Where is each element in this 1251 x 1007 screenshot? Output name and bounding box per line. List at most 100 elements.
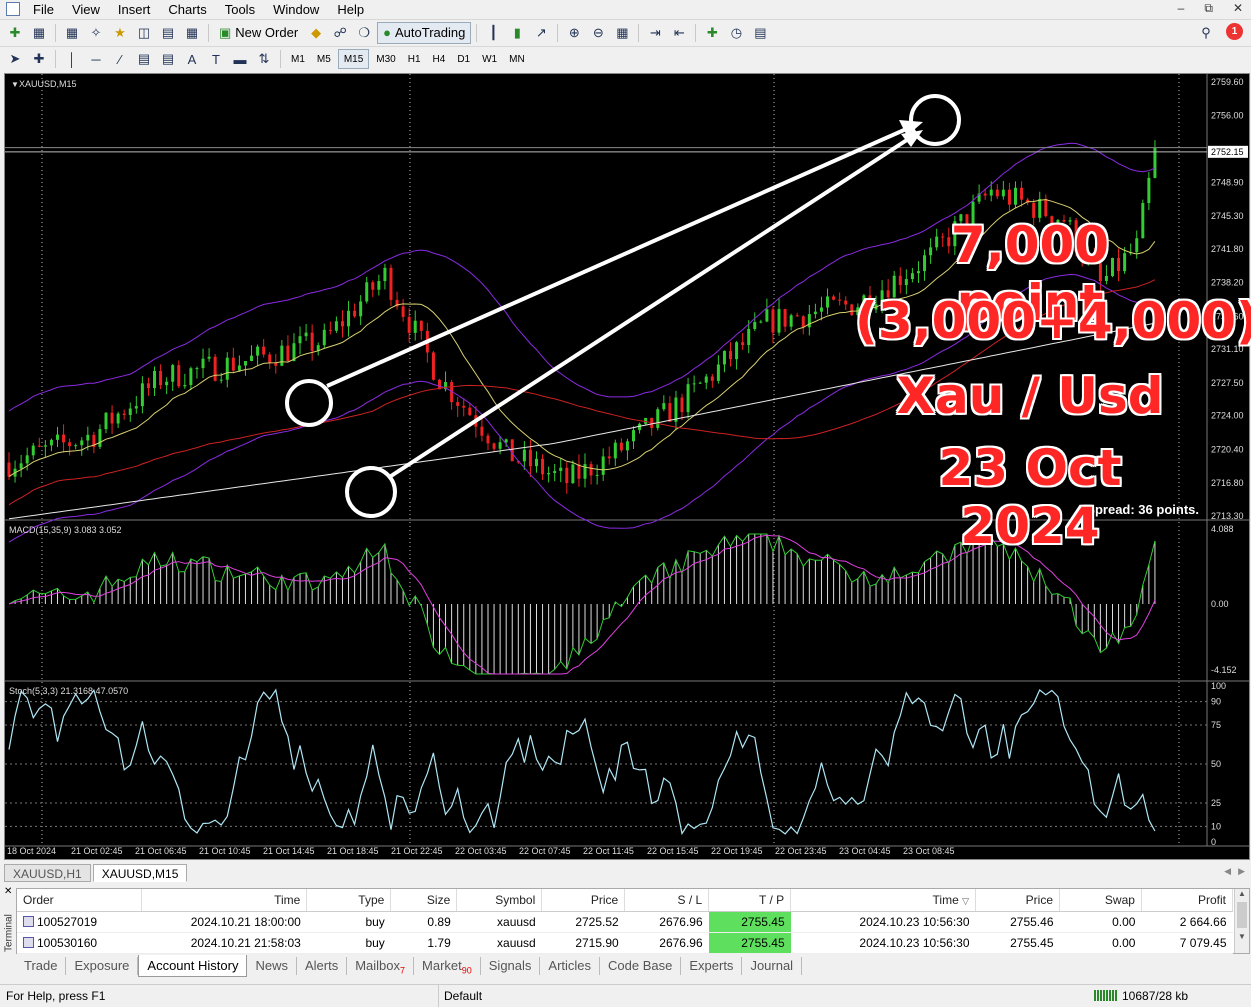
profiles-icon[interactable]: ▦: [28, 22, 50, 44]
arrows-icon[interactable]: ⇅: [253, 48, 275, 70]
tab-account-history[interactable]: Account History: [138, 955, 248, 977]
fibonacci-icon[interactable]: ▤: [157, 48, 179, 70]
chart-shift-icon[interactable]: ⇤: [668, 22, 690, 44]
scroll-up-icon[interactable]: ▲: [1235, 889, 1249, 898]
zoom-in-icon[interactable]: ⊕: [563, 22, 585, 44]
indicators-icon[interactable]: ✚: [701, 22, 723, 44]
notification-badge[interactable]: 1: [1226, 23, 1243, 40]
tf-m5[interactable]: M5: [312, 49, 336, 69]
tf-h4[interactable]: H4: [428, 49, 451, 69]
tab-code-base[interactable]: Code Base: [600, 957, 682, 975]
menu-tools[interactable]: Tools: [216, 2, 264, 17]
autoscroll-icon[interactable]: ⇥: [644, 22, 666, 44]
stoch-tick-label: 0: [1211, 837, 1216, 847]
tf-m15[interactable]: M15: [337, 49, 370, 69]
menu-file[interactable]: File: [24, 2, 63, 17]
col-profit[interactable]: Profit: [1141, 889, 1234, 912]
time-tick-label: 21 Oct 18:45: [327, 846, 379, 856]
tab-articles[interactable]: Articles: [540, 957, 601, 975]
autotrading-button[interactable]: ● AutoTrading: [377, 21, 472, 44]
navigator-icon[interactable]: ✧: [85, 22, 107, 44]
tf-w1[interactable]: W1: [477, 49, 502, 69]
tab-experts[interactable]: Experts: [681, 957, 743, 975]
candle-body: [377, 281, 381, 290]
tab-trade[interactable]: Trade: [16, 957, 67, 975]
menu-help[interactable]: Help: [328, 2, 373, 17]
strategy-tester-icon[interactable]: ▦: [181, 22, 203, 44]
community-icon[interactable]: ☍: [329, 22, 351, 44]
symbol-dropdown-icon[interactable]: ▼: [11, 80, 19, 89]
col-close-price[interactable]: Price: [975, 889, 1060, 912]
minimize-icon[interactable]: –: [1178, 1, 1185, 16]
col-close-time[interactable]: Time ▽: [790, 889, 977, 912]
candle-body: [7, 462, 11, 477]
col-type[interactable]: Type: [306, 889, 392, 912]
tf-m1[interactable]: M1: [286, 49, 310, 69]
vertical-line-icon[interactable]: │: [61, 48, 83, 70]
tile-windows-icon[interactable]: ▦: [611, 22, 633, 44]
cell-close-time: 2024.10.23 10:56:30: [790, 932, 976, 954]
chart-tab-xauusd-m15[interactable]: XAUUSD,M15: [92, 864, 188, 882]
tf-d1[interactable]: D1: [452, 49, 475, 69]
cell-take-profit: 2755.45: [708, 911, 791, 933]
terminal-window-icon[interactable]: ▤: [157, 22, 179, 44]
table-row[interactable]: 100530160 2024.10.21 21:58:03 buy 1.79 x…: [17, 932, 1233, 954]
menu-view[interactable]: View: [63, 2, 109, 17]
horizontal-line-icon[interactable]: ─: [85, 48, 107, 70]
tab-signals[interactable]: Signals: [481, 957, 541, 975]
col-order[interactable]: Order: [17, 889, 143, 912]
crosshair-icon[interactable]: ✚: [28, 48, 50, 70]
zoom-out-icon[interactable]: ⊖: [587, 22, 609, 44]
col-stop-loss[interactable]: S / L: [624, 889, 710, 912]
trendline-icon[interactable]: ∕: [109, 48, 131, 70]
scroll-thumb[interactable]: [1237, 902, 1247, 928]
col-size[interactable]: Size: [390, 889, 458, 912]
templates-icon[interactable]: ▤: [749, 22, 771, 44]
market-watch-icon[interactable]: ▦: [61, 22, 83, 44]
col-open-time[interactable]: Time: [141, 889, 308, 912]
favorites-icon[interactable]: ★: [109, 22, 131, 44]
terminal-scrollbar[interactable]: ▲ ▼: [1234, 889, 1249, 953]
tab-journal[interactable]: Journal: [742, 957, 803, 975]
cursor-icon[interactable]: ➤: [4, 48, 26, 70]
tab-exposure[interactable]: Exposure: [66, 957, 139, 975]
col-symbol[interactable]: Symbol: [456, 889, 543, 912]
chart-window[interactable]: 4.088 0.00 -4.152 100 90 75 50 25 10 0 2759.60 27…: [4, 73, 1251, 860]
line-chart-icon[interactable]: ↗: [530, 22, 552, 44]
tab-scroll-left-icon[interactable]: ◀: [1224, 866, 1231, 877]
table-row[interactable]: 100527019 2024.10.21 18:00:00 buy 0.89 x…: [17, 911, 1233, 933]
tf-m30[interactable]: M30: [371, 49, 400, 69]
scroll-down-icon[interactable]: ▼: [1235, 932, 1249, 941]
menu-insert[interactable]: Insert: [109, 2, 160, 17]
data-window-icon[interactable]: ◫: [133, 22, 155, 44]
menu-window[interactable]: Window: [264, 2, 328, 17]
tf-h1[interactable]: H1: [403, 49, 426, 69]
text-icon[interactable]: A: [181, 48, 203, 70]
chart-tab-xauusd-h1[interactable]: XAUUSD,H1: [4, 864, 91, 882]
text-label-icon[interactable]: T: [205, 48, 227, 70]
candle-body: [86, 434, 90, 441]
close-icon[interactable]: ✕: [1233, 1, 1243, 16]
candle-body: [104, 412, 108, 430]
periods-icon[interactable]: ◷: [725, 22, 747, 44]
candlestick-icon[interactable]: ▮: [506, 22, 528, 44]
tab-market[interactable]: Market90: [414, 957, 481, 976]
menu-charts[interactable]: Charts: [159, 2, 215, 17]
tab-mailbox[interactable]: Mailbox7: [347, 957, 415, 976]
tab-news[interactable]: News: [247, 957, 297, 975]
tab-scroll-right-icon[interactable]: ▶: [1238, 866, 1245, 877]
col-take-profit[interactable]: T / P: [708, 889, 792, 912]
search-icon[interactable]: ⚲: [1195, 22, 1217, 44]
restore-icon[interactable]: ⧉: [1204, 1, 1213, 16]
tf-mn[interactable]: MN: [504, 49, 530, 69]
metaeditor-icon[interactable]: ◆: [305, 22, 327, 44]
bar-chart-icon[interactable]: ┃: [482, 22, 504, 44]
col-swap[interactable]: Swap: [1059, 889, 1142, 912]
new-order-button[interactable]: ▣ New Order: [214, 22, 303, 44]
new-chart-icon[interactable]: ✚: [4, 22, 26, 44]
tab-alerts[interactable]: Alerts: [297, 957, 348, 975]
col-open-price[interactable]: Price: [541, 889, 626, 912]
shapes-icon[interactable]: ▬: [229, 48, 251, 70]
signals-icon[interactable]: ❍: [353, 22, 375, 44]
channel-icon[interactable]: ▤: [133, 48, 155, 70]
